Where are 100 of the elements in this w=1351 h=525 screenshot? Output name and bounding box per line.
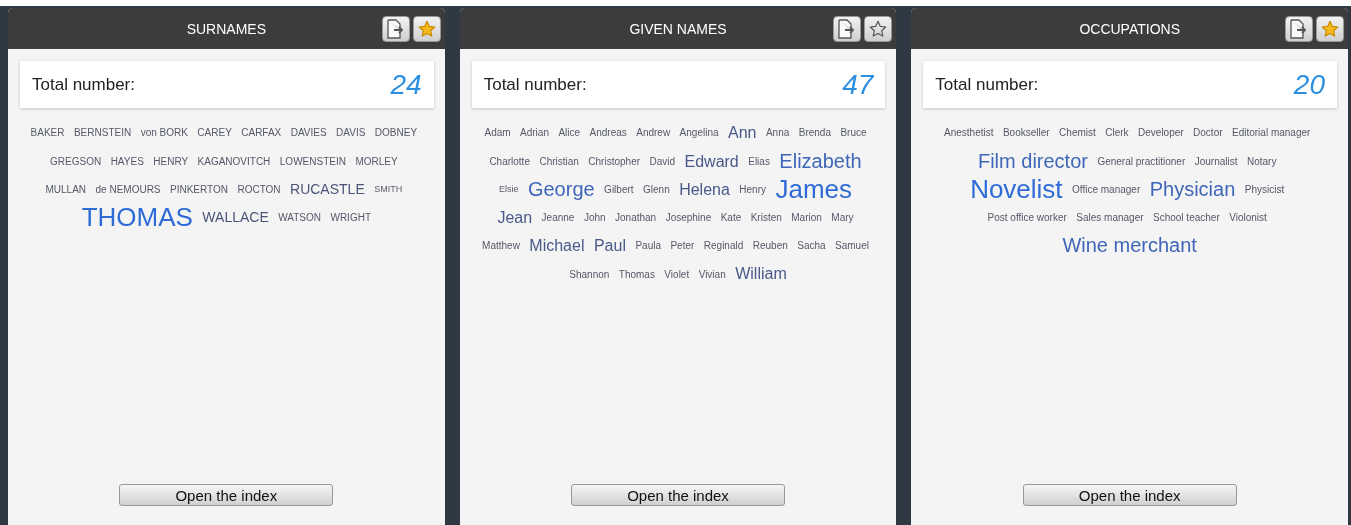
cloud-word[interactable]: Anna — [765, 127, 790, 139]
cloud-word[interactable]: Reuben — [752, 240, 788, 252]
cloud-word[interactable]: Reginald — [703, 240, 744, 252]
favorite-button[interactable] — [412, 16, 441, 42]
cloud-word[interactable]: HENRY — [153, 155, 189, 167]
cloud-word[interactable]: Chemist — [1059, 127, 1096, 139]
export-button[interactable] — [833, 16, 862, 42]
cloud-word[interactable]: LOWENSTEIN — [279, 155, 346, 167]
cloud-word[interactable]: Elsie — [498, 183, 519, 194]
cloud-word[interactable]: Office manager — [1072, 183, 1141, 195]
cloud-word[interactable]: Notary — [1246, 155, 1277, 167]
cloud-word[interactable]: Elizabeth — [779, 149, 862, 172]
cloud-word[interactable]: Physician — [1149, 177, 1236, 200]
cloud-word[interactable]: Jonathan — [615, 212, 657, 224]
cloud-word[interactable]: Jeanne — [541, 212, 575, 224]
cloud-word[interactable]: Bruce — [840, 127, 867, 139]
cloud-word[interactable]: Alice — [558, 127, 581, 139]
cloud-word[interactable]: KAGANOVITCH — [197, 155, 271, 167]
cloud-word[interactable]: Bookseller — [1002, 127, 1050, 139]
cloud-word[interactable]: Vivian — [698, 268, 726, 280]
cloud-word[interactable]: PINKERTON — [170, 183, 228, 195]
cloud-word[interactable]: HAYES — [110, 155, 144, 167]
cloud-word[interactable]: John — [583, 212, 606, 224]
cloud-word[interactable]: General practitioner — [1097, 155, 1186, 167]
cloud-word[interactable]: Sales manager — [1076, 212, 1144, 224]
cloud-word[interactable]: Physicist — [1244, 183, 1285, 195]
cloud-word[interactable]: Adrian — [520, 127, 549, 139]
cloud-word[interactable]: RUCASTLE — [290, 180, 365, 197]
cloud-word[interactable]: Angelina — [679, 127, 719, 139]
cloud-word[interactable]: BAKER — [30, 127, 65, 139]
cloud-word[interactable]: Anesthetist — [944, 127, 994, 139]
cloud-word[interactable]: George — [527, 177, 595, 200]
cloud-word[interactable]: Charlotte — [489, 155, 530, 167]
cloud-word[interactable]: Wine merchant — [1062, 234, 1197, 257]
cloud-word[interactable]: DAVIS — [336, 127, 366, 139]
cloud-word[interactable]: Helena — [679, 180, 730, 198]
export-button[interactable] — [381, 16, 410, 42]
cloud-word[interactable]: Kate — [720, 212, 742, 224]
cloud-word[interactable]: Andrew — [636, 127, 671, 139]
cloud-word[interactable]: von BORK — [140, 127, 188, 139]
cloud-word[interactable]: THOMAS — [81, 202, 193, 233]
cloud-word[interactable]: Christopher — [588, 155, 641, 167]
export-button[interactable] — [1285, 16, 1313, 42]
cloud-word[interactable]: Christian — [539, 155, 579, 167]
cloud-word[interactable]: Matthew — [482, 240, 520, 252]
cloud-word[interactable]: Violonist — [1229, 212, 1267, 224]
cloud-word[interactable]: de NEMOURS — [95, 183, 161, 195]
cloud-word[interactable]: Samuel — [835, 240, 869, 252]
cloud-word[interactable]: Edward — [684, 152, 739, 170]
cloud-word[interactable]: WALLACE — [202, 209, 269, 226]
open-index-button[interactable]: Open the index — [571, 484, 785, 506]
cloud-word[interactable]: CARFAX — [241, 127, 282, 139]
cloud-word[interactable]: Novelist — [970, 173, 1063, 204]
cloud-word[interactable]: ROCTON — [237, 183, 281, 195]
cloud-word[interactable]: DOBNEY — [374, 127, 418, 139]
cloud-word[interactable]: James — [775, 173, 853, 204]
cloud-word[interactable]: DAVIES — [290, 127, 327, 139]
favorite-button[interactable] — [1316, 16, 1344, 42]
cloud-word[interactable]: School teacher — [1153, 212, 1220, 224]
cloud-word[interactable]: Josephine — [665, 212, 712, 224]
cloud-word[interactable]: Michael — [529, 237, 585, 255]
cloud-word[interactable]: MULLAN — [45, 183, 87, 195]
favorite-button[interactable] — [864, 16, 893, 42]
cloud-word[interactable]: Paula — [635, 240, 661, 252]
cloud-word[interactable]: Andreas — [589, 127, 627, 139]
cloud-word[interactable]: GREGSON — [50, 155, 102, 167]
cloud-word[interactable]: Glenn — [643, 183, 670, 195]
cloud-word[interactable]: Film director — [977, 149, 1088, 172]
cloud-word[interactable]: William — [735, 265, 787, 283]
cloud-word[interactable]: Brenda — [798, 127, 831, 139]
cloud-word[interactable]: MORLEY — [355, 155, 398, 167]
cloud-word[interactable]: Violet — [664, 268, 690, 280]
cloud-word[interactable]: Shannon — [569, 268, 610, 280]
cloud-word[interactable]: Doctor — [1193, 127, 1223, 139]
cloud-word[interactable]: Kristen — [750, 212, 782, 224]
cloud-word[interactable]: WRIGHT — [330, 212, 371, 224]
cloud-word[interactable]: Marion — [791, 212, 822, 224]
cloud-word[interactable]: WATSON — [278, 212, 321, 224]
cloud-word[interactable]: Henry — [739, 183, 766, 195]
cloud-word[interactable]: Mary — [831, 212, 854, 224]
open-index-button[interactable]: Open the index — [119, 484, 334, 506]
cloud-word[interactable]: David — [649, 155, 676, 167]
cloud-word[interactable]: SMITH — [374, 183, 403, 194]
cloud-word[interactable]: Thomas — [618, 268, 655, 280]
cloud-word[interactable]: Editorial manager — [1232, 127, 1311, 139]
cloud-word[interactable]: Peter — [670, 240, 695, 252]
cloud-word[interactable]: Adam — [484, 127, 511, 139]
cloud-word[interactable]: Clerk — [1105, 127, 1129, 139]
cloud-word[interactable]: Jean — [497, 209, 533, 227]
cloud-word[interactable]: Sacha — [797, 240, 826, 252]
cloud-word[interactable]: Elias — [748, 155, 770, 167]
cloud-word[interactable]: Gilbert — [604, 183, 634, 195]
open-index-button[interactable]: Open the index — [1022, 484, 1237, 506]
cloud-word[interactable]: CAREY — [197, 127, 232, 139]
cloud-word[interactable]: Ann — [728, 124, 757, 142]
cloud-word[interactable]: BERNSTEIN — [73, 127, 132, 139]
cloud-word[interactable]: Journalist — [1194, 155, 1238, 167]
cloud-word[interactable]: Post office worker — [987, 212, 1067, 224]
cloud-word[interactable]: Paul — [593, 237, 626, 255]
cloud-word[interactable]: Developer — [1138, 127, 1184, 139]
